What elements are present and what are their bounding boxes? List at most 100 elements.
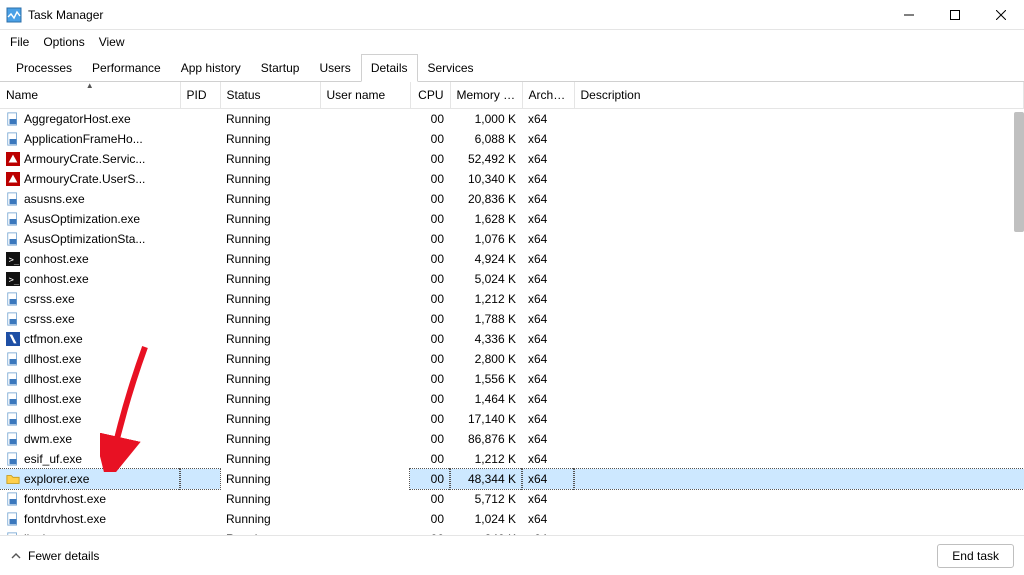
process-name: ApplicationFrameHo... <box>24 132 143 146</box>
table-row[interactable]: dllhost.exeRunning002,800 Kx64 <box>0 349 1024 369</box>
process-icon <box>6 352 20 366</box>
process-icon <box>6 452 20 466</box>
process-name: AsusOptimization.exe <box>24 212 140 226</box>
svg-text:>_: >_ <box>9 255 20 265</box>
table-row[interactable]: fontdrvhost.exeRunning005,712 Kx64 <box>0 489 1024 509</box>
table-row[interactable]: dwm.exeRunning0086,876 Kx64 <box>0 429 1024 449</box>
tabstrip: ProcessesPerformanceApp historyStartupUs… <box>0 54 1024 82</box>
process-arch: x64 <box>522 149 574 169</box>
col-user[interactable]: User name <box>320 82 410 109</box>
tab-performance[interactable]: Performance <box>82 54 171 82</box>
process-memory: 6,088 K <box>450 129 522 149</box>
table-row[interactable]: >_conhost.exeRunning004,924 Kx64 <box>0 249 1024 269</box>
process-cpu: 00 <box>410 389 450 409</box>
process-icon <box>6 172 20 186</box>
process-arch: x64 <box>522 429 574 449</box>
process-status: Running <box>220 189 320 209</box>
process-memory: 17,140 K <box>450 409 522 429</box>
menu-file[interactable]: File <box>10 35 29 49</box>
process-icon <box>6 512 20 526</box>
process-cpu: 00 <box>410 269 450 289</box>
process-icon <box>6 432 20 446</box>
process-cpu: 00 <box>410 189 450 209</box>
col-pid[interactable]: PID <box>180 82 220 109</box>
process-memory: 1,024 K <box>450 509 522 529</box>
col-cpu[interactable]: CPU <box>410 82 450 109</box>
tab-services[interactable]: Services <box>418 54 484 82</box>
process-icon <box>6 112 20 126</box>
table-row[interactable]: ArmouryCrate.UserS...Running0010,340 Kx6… <box>0 169 1024 189</box>
tab-users[interactable]: Users <box>309 54 360 82</box>
process-arch: x64 <box>522 209 574 229</box>
table-row[interactable]: AsusOptimization.exeRunning001,628 Kx64 <box>0 209 1024 229</box>
process-memory: 5,024 K <box>450 269 522 289</box>
table-row[interactable]: dllhost.exeRunning001,556 Kx64 <box>0 369 1024 389</box>
process-cpu: 00 <box>410 369 450 389</box>
process-arch: x64 <box>522 509 574 529</box>
process-memory: 4,336 K <box>450 329 522 349</box>
scrollbar-thumb[interactable] <box>1014 112 1024 232</box>
process-arch: x64 <box>522 489 574 509</box>
tab-details[interactable]: Details <box>361 54 418 82</box>
process-name: conhost.exe <box>24 272 89 286</box>
tab-app-history[interactable]: App history <box>171 54 251 82</box>
menu-view[interactable]: View <box>99 35 125 49</box>
table-row[interactable]: esif_uf.exeRunning001,212 Kx64 <box>0 449 1024 469</box>
end-task-button[interactable]: End task <box>937 544 1014 568</box>
process-status: Running <box>220 289 320 309</box>
process-status: Running <box>220 209 320 229</box>
process-name: esif_uf.exe <box>24 452 82 466</box>
tab-processes[interactable]: Processes <box>6 54 82 82</box>
process-name: asusns.exe <box>24 192 85 206</box>
process-status: Running <box>220 269 320 289</box>
col-mem[interactable]: Memory (a... <box>450 82 522 109</box>
table-row[interactable]: csrss.exeRunning001,788 Kx64 <box>0 309 1024 329</box>
process-arch: x64 <box>522 409 574 429</box>
process-icon <box>6 152 20 166</box>
maximize-button[interactable] <box>932 0 978 30</box>
process-arch: x64 <box>522 229 574 249</box>
process-cpu: 00 <box>410 509 450 529</box>
table-row[interactable]: ArmouryCrate.Servic...Running0052,492 Kx… <box>0 149 1024 169</box>
process-memory: 86,876 K <box>450 429 522 449</box>
process-cpu: 00 <box>410 349 450 369</box>
process-cpu: 00 <box>410 409 450 429</box>
process-name: conhost.exe <box>24 252 89 266</box>
close-button[interactable] <box>978 0 1024 30</box>
process-cpu: 00 <box>410 149 450 169</box>
process-icon <box>6 412 20 426</box>
table-row[interactable]: dllhost.exeRunning0017,140 Kx64 <box>0 409 1024 429</box>
table-row[interactable]: csrss.exeRunning001,212 Kx64 <box>0 289 1024 309</box>
table-row[interactable]: AggregatorHost.exeRunning001,000 Kx64 <box>0 109 1024 129</box>
tab-startup[interactable]: Startup <box>251 54 310 82</box>
table-row[interactable]: >_conhost.exeRunning005,024 Kx64 <box>0 269 1024 289</box>
menubar: File Options View <box>0 30 1024 54</box>
table-row[interactable]: asusns.exeRunning0020,836 Kx64 <box>0 189 1024 209</box>
process-memory: 1,212 K <box>450 289 522 309</box>
table-row[interactable]: AsusOptimizationSta...Running001,076 Kx6… <box>0 229 1024 249</box>
table-row[interactable]: fontdrvhost.exeRunning001,024 Kx64 <box>0 509 1024 529</box>
process-icon: >_ <box>6 272 20 286</box>
table-row[interactable]: ApplicationFrameHo...Running006,088 Kx64 <box>0 129 1024 149</box>
process-cpu: 00 <box>410 249 450 269</box>
process-icon <box>6 312 20 326</box>
process-cpu: 00 <box>410 109 450 129</box>
process-status: Running <box>220 469 320 489</box>
process-memory: 4,924 K <box>450 249 522 269</box>
minimize-button[interactable] <box>886 0 932 30</box>
menu-options[interactable]: Options <box>43 35 84 49</box>
table-row[interactable]: explorer.exeRunning0048,344 Kx64 <box>0 469 1024 489</box>
process-icon <box>6 232 20 246</box>
process-status: Running <box>220 109 320 129</box>
process-icon <box>6 292 20 306</box>
table-row[interactable]: dllhost.exeRunning001,464 Kx64 <box>0 389 1024 409</box>
col-name[interactable]: ▲Name <box>0 82 180 109</box>
fewer-details-toggle[interactable]: Fewer details <box>10 549 99 563</box>
col-desc[interactable]: Description <box>574 82 1024 109</box>
process-icon <box>6 392 20 406</box>
table-row[interactable]: ctfmon.exeRunning004,336 Kx64 <box>0 329 1024 349</box>
process-arch: x64 <box>522 329 574 349</box>
col-arch[interactable]: Archite... <box>522 82 574 109</box>
process-cpu: 00 <box>410 429 450 449</box>
col-status[interactable]: Status <box>220 82 320 109</box>
